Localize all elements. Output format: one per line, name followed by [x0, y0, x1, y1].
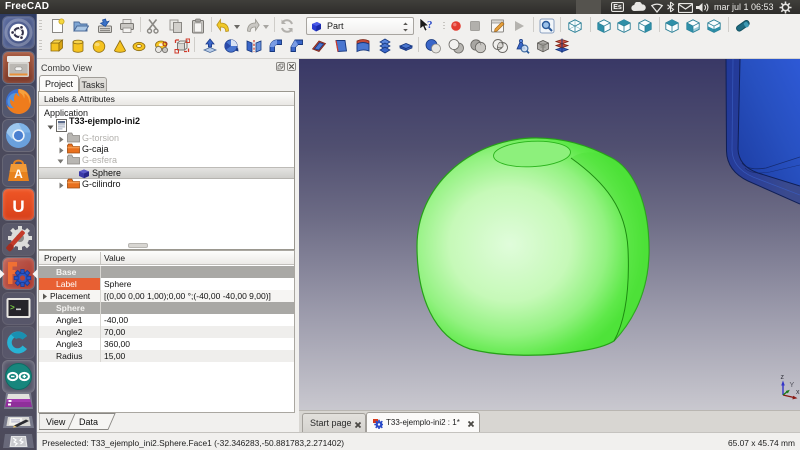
svg-text:Data: Data: [79, 417, 98, 427]
svg-text:?: ?: [427, 19, 433, 31]
svg-text:U: U: [12, 197, 24, 216]
svg-text:x: x: [796, 389, 800, 396]
svg-text:A: A: [14, 167, 23, 181]
svg-text:Y: Y: [790, 382, 795, 389]
svg-text:View: View: [46, 417, 66, 427]
svg-text:z: z: [781, 374, 785, 381]
svg-text:>: >: [10, 304, 15, 313]
